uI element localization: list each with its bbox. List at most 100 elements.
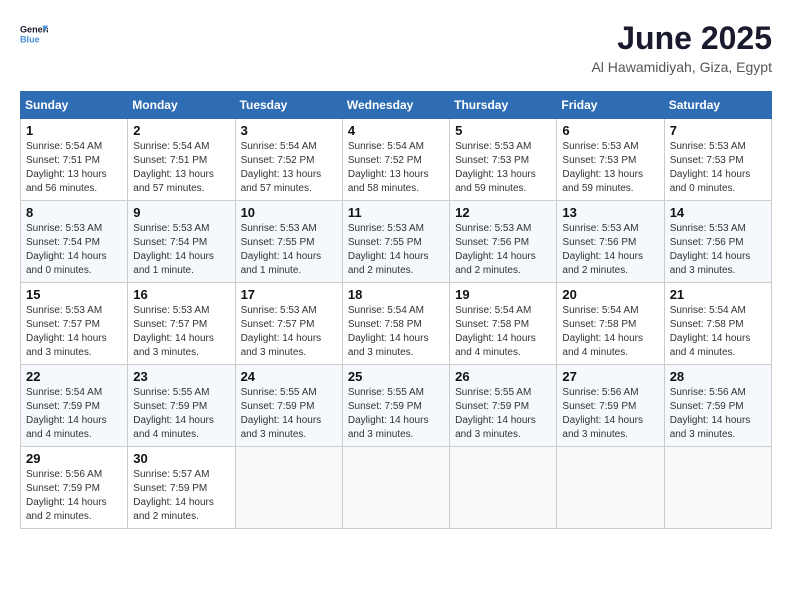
day-info: Sunrise: 5:55 AMSunset: 7:59 PMDaylight:… bbox=[241, 386, 337, 442]
calendar-cell: 23 Sunrise: 5:55 AMSunset: 7:59 PMDayligh… bbox=[128, 365, 235, 447]
month-title: June 2025 bbox=[591, 20, 772, 57]
calendar-cell: 18 Sunrise: 5:54 AMSunset: 7:58 PMDayligh… bbox=[342, 283, 449, 365]
day-number: 25 bbox=[348, 369, 444, 384]
calendar-cell: 16Sunrise: 5:53 AMSunset: 7:57 PMDayligh… bbox=[128, 283, 235, 365]
calendar-cell: 1 Sunrise: 5:54 AMSunset: 7:51 PMDaylight… bbox=[21, 119, 128, 201]
day-number: 16 bbox=[133, 287, 229, 302]
day-info: Sunrise: 5:54 AMSunset: 7:58 PMDaylight:… bbox=[562, 304, 658, 360]
day-number: 18 bbox=[348, 287, 444, 302]
day-info: Sunrise: 5:53 AMSunset: 7:53 PMDaylight:… bbox=[670, 140, 766, 196]
page-header: General Blue June 2025 Al Hawamidiyah, G… bbox=[20, 20, 772, 75]
day-number: 19 bbox=[455, 287, 551, 302]
weekday-header-friday: Friday bbox=[557, 92, 664, 119]
day-number: 22 bbox=[26, 369, 122, 384]
weekday-header-row: SundayMondayTuesdayWednesdayThursdayFrid… bbox=[21, 92, 772, 119]
logo-icon: General Blue bbox=[20, 20, 48, 48]
weekday-header-saturday: Saturday bbox=[664, 92, 771, 119]
day-number: 14 bbox=[670, 205, 766, 220]
calendar-cell: 25 Sunrise: 5:55 AMSunset: 7:59 PMDayligh… bbox=[342, 365, 449, 447]
location: Al Hawamidiyah, Giza, Egypt bbox=[591, 59, 772, 75]
day-number: 13 bbox=[562, 205, 658, 220]
day-number: 1 bbox=[26, 123, 122, 138]
day-info: Sunrise: 5:54 AMSunset: 7:58 PMDaylight:… bbox=[348, 304, 444, 360]
weekday-header-tuesday: Tuesday bbox=[235, 92, 342, 119]
week-row-4: 22Sunrise: 5:54 AMSunset: 7:59 PMDayligh… bbox=[21, 365, 772, 447]
calendar-cell bbox=[450, 447, 557, 529]
day-info: Sunrise: 5:54 AMSunset: 7:51 PMDaylight:… bbox=[133, 140, 229, 196]
calendar-cell: 14 Sunrise: 5:53 AMSunset: 7:56 PMDayligh… bbox=[664, 201, 771, 283]
day-info: Sunrise: 5:53 AMSunset: 7:53 PMDaylight:… bbox=[562, 140, 658, 196]
calendar-cell: 11Sunrise: 5:53 AMSunset: 7:55 PMDayligh… bbox=[342, 201, 449, 283]
day-number: 3 bbox=[241, 123, 337, 138]
calendar-cell: 12 Sunrise: 5:53 AMSunset: 7:56 PMDayligh… bbox=[450, 201, 557, 283]
weekday-header-monday: Monday bbox=[128, 92, 235, 119]
day-number: 11 bbox=[348, 205, 444, 220]
day-info: Sunrise: 5:53 AMSunset: 7:55 PMDaylight:… bbox=[241, 222, 337, 278]
day-number: 2 bbox=[133, 123, 229, 138]
day-number: 7 bbox=[670, 123, 766, 138]
day-number: 12 bbox=[455, 205, 551, 220]
day-info: Sunrise: 5:55 AMSunset: 7:59 PMDaylight:… bbox=[133, 386, 229, 442]
calendar-cell bbox=[557, 447, 664, 529]
logo: General Blue bbox=[20, 20, 48, 48]
day-number: 26 bbox=[455, 369, 551, 384]
calendar-cell bbox=[664, 447, 771, 529]
calendar-cell: 9Sunrise: 5:53 AMSunset: 7:54 PMDaylight… bbox=[128, 201, 235, 283]
calendar-cell: 4Sunrise: 5:54 AMSunset: 7:52 PMDaylight… bbox=[342, 119, 449, 201]
day-info: Sunrise: 5:55 AMSunset: 7:59 PMDaylight:… bbox=[348, 386, 444, 442]
day-number: 28 bbox=[670, 369, 766, 384]
calendar-cell: 24Sunrise: 5:55 AMSunset: 7:59 PMDayligh… bbox=[235, 365, 342, 447]
calendar-cell: 13 Sunrise: 5:53 AMSunset: 7:56 PMDayligh… bbox=[557, 201, 664, 283]
calendar-cell: 22Sunrise: 5:54 AMSunset: 7:59 PMDayligh… bbox=[21, 365, 128, 447]
day-number: 10 bbox=[241, 205, 337, 220]
day-info: Sunrise: 5:56 AMSunset: 7:59 PMDaylight:… bbox=[670, 386, 766, 442]
calendar-cell: 5Sunrise: 5:53 AMSunset: 7:53 PMDaylight… bbox=[450, 119, 557, 201]
calendar-cell: 19 Sunrise: 5:54 AMSunset: 7:58 PMDayligh… bbox=[450, 283, 557, 365]
day-info: Sunrise: 5:53 AMSunset: 7:57 PMDaylight:… bbox=[26, 304, 122, 360]
day-number: 27 bbox=[562, 369, 658, 384]
week-row-1: 1 Sunrise: 5:54 AMSunset: 7:51 PMDaylight… bbox=[21, 119, 772, 201]
calendar-cell: 21Sunrise: 5:54 AMSunset: 7:58 PMDayligh… bbox=[664, 283, 771, 365]
calendar-cell: 7 Sunrise: 5:53 AMSunset: 7:53 PMDaylight… bbox=[664, 119, 771, 201]
day-number: 17 bbox=[241, 287, 337, 302]
week-row-5: 29 Sunrise: 5:56 AMSunset: 7:59 PMDayligh… bbox=[21, 447, 772, 529]
day-info: Sunrise: 5:53 AMSunset: 7:56 PMDaylight:… bbox=[670, 222, 766, 278]
day-info: Sunrise: 5:56 AMSunset: 7:59 PMDaylight:… bbox=[562, 386, 658, 442]
day-number: 23 bbox=[133, 369, 229, 384]
day-number: 30 bbox=[133, 451, 229, 466]
day-info: Sunrise: 5:54 AMSunset: 7:58 PMDaylight:… bbox=[455, 304, 551, 360]
svg-text:Blue: Blue bbox=[20, 34, 40, 44]
day-number: 29 bbox=[26, 451, 122, 466]
weekday-header-thursday: Thursday bbox=[450, 92, 557, 119]
day-number: 6 bbox=[562, 123, 658, 138]
calendar-cell: 29 Sunrise: 5:56 AMSunset: 7:59 PMDayligh… bbox=[21, 447, 128, 529]
calendar-cell: 27 Sunrise: 5:56 AMSunset: 7:59 PMDayligh… bbox=[557, 365, 664, 447]
title-block: June 2025 Al Hawamidiyah, Giza, Egypt bbox=[591, 20, 772, 75]
day-number: 5 bbox=[455, 123, 551, 138]
calendar-cell: 8Sunrise: 5:53 AMSunset: 7:54 PMDaylight… bbox=[21, 201, 128, 283]
calendar-cell bbox=[235, 447, 342, 529]
week-row-3: 15Sunrise: 5:53 AMSunset: 7:57 PMDayligh… bbox=[21, 283, 772, 365]
day-number: 21 bbox=[670, 287, 766, 302]
calendar-cell: 30 Sunrise: 5:57 AMSunset: 7:59 PMDayligh… bbox=[128, 447, 235, 529]
day-info: Sunrise: 5:56 AMSunset: 7:59 PMDaylight:… bbox=[26, 468, 122, 524]
weekday-header-wednesday: Wednesday bbox=[342, 92, 449, 119]
day-info: Sunrise: 5:55 AMSunset: 7:59 PMDaylight:… bbox=[455, 386, 551, 442]
day-info: Sunrise: 5:54 AMSunset: 7:52 PMDaylight:… bbox=[348, 140, 444, 196]
day-number: 8 bbox=[26, 205, 122, 220]
calendar-cell: 28 Sunrise: 5:56 AMSunset: 7:59 PMDayligh… bbox=[664, 365, 771, 447]
day-info: Sunrise: 5:53 AMSunset: 7:56 PMDaylight:… bbox=[562, 222, 658, 278]
day-info: Sunrise: 5:53 AMSunset: 7:54 PMDaylight:… bbox=[133, 222, 229, 278]
day-info: Sunrise: 5:57 AMSunset: 7:59 PMDaylight:… bbox=[133, 468, 229, 524]
day-info: Sunrise: 5:53 AMSunset: 7:57 PMDaylight:… bbox=[241, 304, 337, 360]
weekday-header-sunday: Sunday bbox=[21, 92, 128, 119]
day-info: Sunrise: 5:53 AMSunset: 7:56 PMDaylight:… bbox=[455, 222, 551, 278]
day-info: Sunrise: 5:54 AMSunset: 7:51 PMDaylight:… bbox=[26, 140, 122, 196]
calendar-table: SundayMondayTuesdayWednesdayThursdayFrid… bbox=[20, 91, 772, 529]
calendar-cell: 17 Sunrise: 5:53 AMSunset: 7:57 PMDayligh… bbox=[235, 283, 342, 365]
calendar-cell: 10 Sunrise: 5:53 AMSunset: 7:55 PMDayligh… bbox=[235, 201, 342, 283]
calendar-cell bbox=[342, 447, 449, 529]
calendar-cell: 26 Sunrise: 5:55 AMSunset: 7:59 PMDayligh… bbox=[450, 365, 557, 447]
day-number: 20 bbox=[562, 287, 658, 302]
week-row-2: 8 Sunrise: 5:53 AMSunset: 7:54 PMDaylight… bbox=[21, 201, 772, 283]
